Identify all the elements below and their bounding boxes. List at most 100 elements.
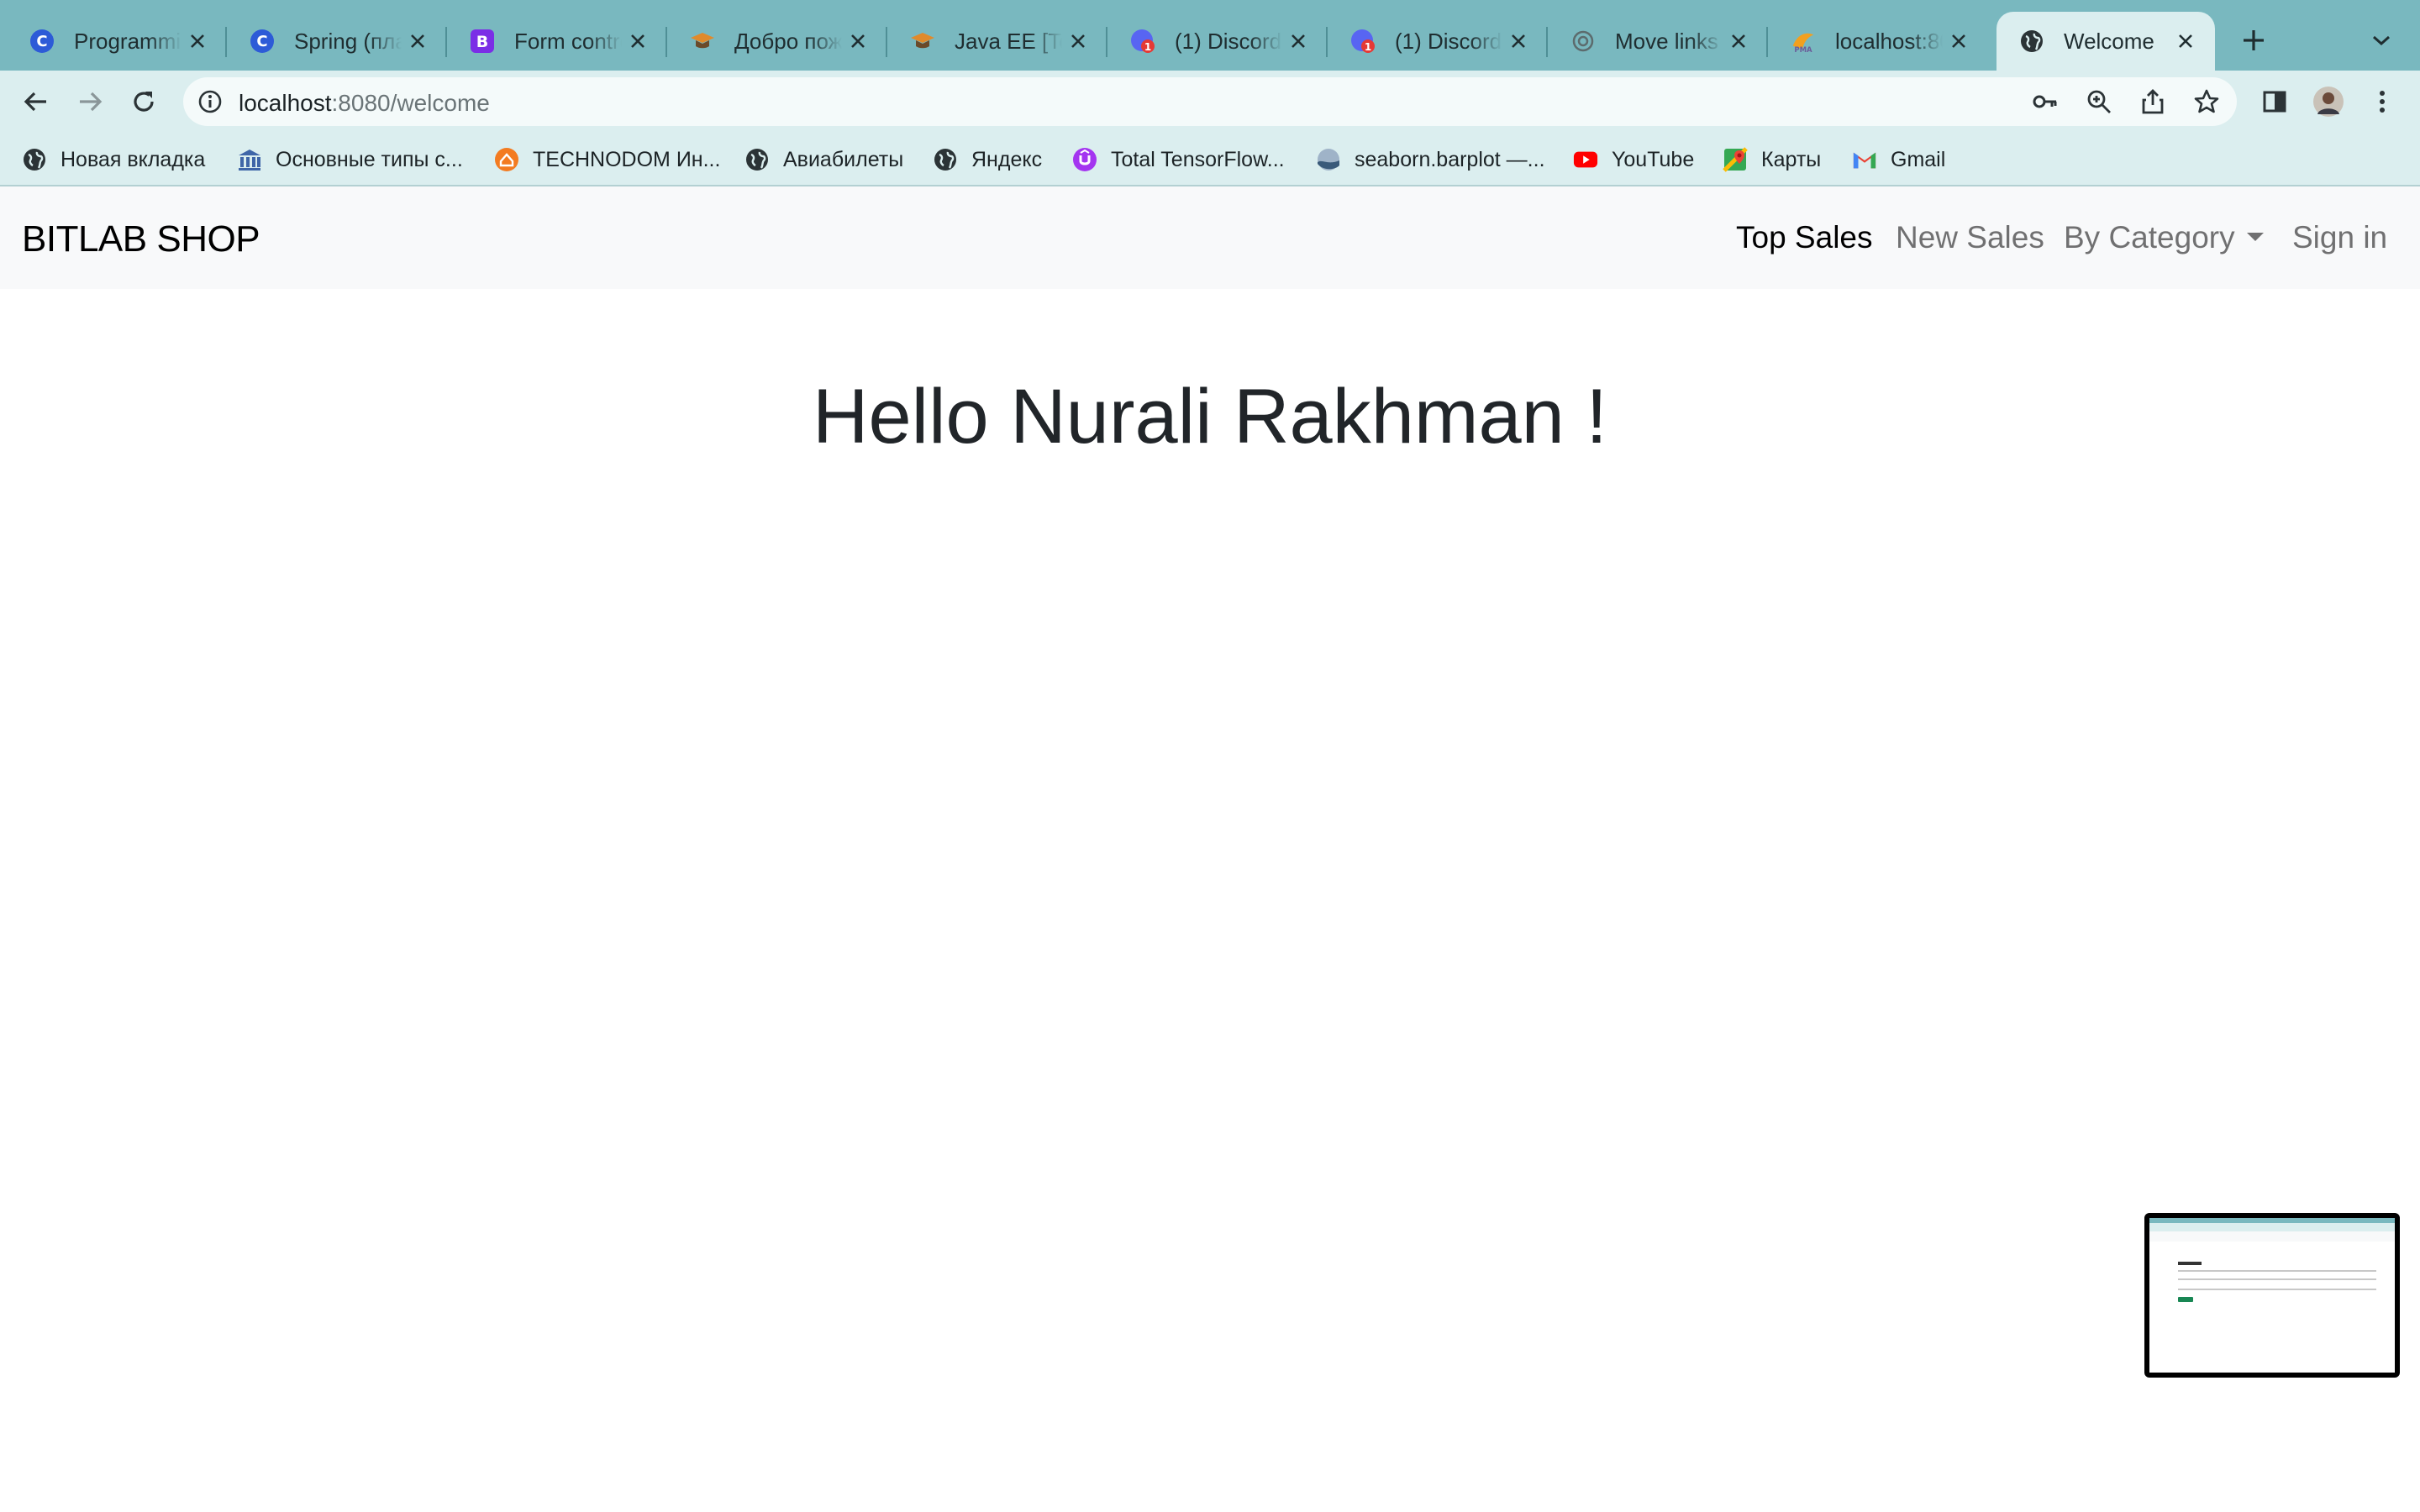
bookmark-karty[interactable]: Карты [1723, 143, 1821, 176]
bootstrap-icon: B [469, 28, 496, 55]
tab-discord-1[interactable]: 1 (1) Discord | [1107, 12, 1328, 71]
chevron-down-icon[interactable] [2366, 25, 2396, 55]
bookmark-label: Основные типы с... [276, 147, 463, 171]
preview-navbar [2149, 1231, 2395, 1242]
address-bar[interactable]: localhost:8080/welcome [183, 77, 2237, 126]
udemy-icon [1072, 147, 1097, 172]
url-path: :8080/welcome [331, 90, 490, 116]
bookmark-technodom[interactable]: TECHNODOM Ин... [494, 143, 720, 176]
zoom-icon[interactable] [2086, 88, 2112, 115]
c-letter-icon: C [29, 28, 55, 55]
svg-text:C: C [256, 33, 267, 50]
back-arrow-icon[interactable] [17, 82, 55, 121]
bookmark-label: Total TensorFlow... [1111, 147, 1285, 171]
tab-java-ee[interactable]: Java EE [Tech [887, 12, 1107, 71]
reload-icon[interactable] [124, 82, 163, 121]
close-icon[interactable] [1286, 29, 1311, 54]
globe-icon [744, 147, 770, 172]
browser-tab-strip: C Programming C Spring (плат B Form cont… [0, 0, 2420, 71]
close-icon[interactable] [1946, 29, 1971, 54]
kebab-menu-icon[interactable] [2366, 86, 2398, 118]
bookmark-osnovnye-tipy[interactable]: Основные типы с... [237, 143, 463, 176]
tab-title: Welcome [2064, 28, 2154, 54]
url-host: localhost [239, 90, 332, 116]
preview-button [2178, 1297, 2193, 1302]
tab-title: (1) Discord | [1395, 28, 1502, 54]
close-icon[interactable] [185, 29, 210, 54]
close-icon[interactable] [625, 29, 650, 54]
tab-localhost-phpmyadmin[interactable]: PMA localhost:808 [1768, 12, 1988, 71]
address-url: localhost:8080/welcome [239, 90, 490, 117]
youtube-icon [1573, 147, 1598, 172]
seaborn-icon [1316, 147, 1341, 172]
close-icon[interactable] [1065, 29, 1091, 54]
tab-spring[interactable]: C Spring (плат [227, 12, 447, 71]
site-navbar: BITLAB SHOP Top Sales New Sales By Categ… [0, 186, 2420, 289]
bookmark-label: Карты [1761, 147, 1822, 171]
star-icon[interactable] [2193, 88, 2220, 115]
graduation-cap-icon [909, 28, 936, 55]
nav-by-category-label: By Category [2064, 220, 2235, 255]
nav-top-sales[interactable]: Top Sales [1736, 220, 1873, 255]
svg-text:B: B [476, 33, 488, 51]
pma-icon: PMA [1790, 28, 1817, 55]
new-tab-plus-icon[interactable] [2235, 22, 2272, 59]
tab-move-links[interactable]: Move links t [1548, 12, 1768, 71]
close-icon[interactable] [2173, 29, 2198, 54]
forward-arrow-icon[interactable] [71, 82, 109, 121]
tab-title: Move links t [1615, 28, 1723, 54]
discord-icon: 1 [1129, 28, 1156, 55]
tab-welcome[interactable]: Welcome [1996, 12, 2215, 71]
bookmark-yandex[interactable]: Яндекс [933, 143, 1042, 176]
bookmark-label: Новая вкладка [60, 147, 206, 171]
preview-toolbar [2149, 1223, 2395, 1231]
tab-form-controls[interactable]: B Form controls [447, 12, 667, 71]
gmail-icon [1852, 147, 1877, 172]
svg-text:C: C [36, 33, 47, 50]
preview-line [2178, 1270, 2376, 1272]
screenshot-preview-thumbnail[interactable] [2144, 1213, 2400, 1378]
graduation-cap-icon [689, 28, 716, 55]
bookmark-aviabilety[interactable]: Авиабилеты [744, 143, 903, 176]
svg-text:1: 1 [1365, 41, 1371, 53]
bookmark-label: Авиабилеты [783, 147, 904, 171]
svg-text:1: 1 [1144, 41, 1151, 53]
tab-programming[interactable]: C Programming [7, 12, 227, 71]
close-icon[interactable] [1506, 29, 1531, 54]
preview-line [2178, 1289, 2376, 1290]
nav-by-category-dropdown[interactable]: By Category [2064, 220, 2264, 255]
preview-title [2178, 1262, 2202, 1265]
side-panel-icon[interactable] [2259, 86, 2291, 118]
info-icon[interactable] [197, 88, 224, 115]
c-letter-icon: C [249, 28, 276, 55]
tab-dobro-pozhalovat[interactable]: Добро пожа [667, 12, 887, 71]
bookmark-total-tensorflow[interactable]: Total TensorFlow... [1072, 143, 1285, 176]
bookmark-label: seaborn.barplot —... [1355, 147, 1545, 171]
tab-title: (1) Discord | [1175, 28, 1282, 54]
maps-icon [1723, 147, 1748, 172]
bookmark-novaya-vkladka[interactable]: Новая вкладка [22, 143, 205, 176]
tab-title: Form controls [514, 28, 622, 54]
bookmark-label: Gmail [1891, 147, 1946, 171]
bookmark-label: YouTube [1612, 147, 1695, 171]
tab-discord-2[interactable]: 1 (1) Discord | [1328, 12, 1548, 71]
close-icon[interactable] [845, 29, 871, 54]
bookmark-gmail[interactable]: Gmail [1852, 143, 1945, 176]
tab-title: Java EE [Tech [955, 28, 1062, 54]
key-icon[interactable] [2032, 88, 2059, 115]
bank-icon [237, 147, 262, 172]
bookmark-youtube[interactable]: YouTube [1573, 143, 1694, 176]
browser-toolbar: localhost:8080/welcome [0, 71, 2420, 133]
greeting-heading: Hello Nurali Rakhman ! [813, 373, 1607, 459]
brand-logo[interactable]: BITLAB SHOP [22, 218, 260, 260]
nav-sign-in[interactable]: Sign in [2292, 220, 2387, 255]
bookmark-label: TECHNODOM Ин... [533, 147, 721, 171]
nav-new-sales[interactable]: New Sales [1896, 220, 2044, 255]
avatar[interactable] [2312, 86, 2344, 118]
close-icon[interactable] [405, 29, 430, 54]
tab-title: Добро пожа [734, 28, 842, 54]
share-icon[interactable] [2139, 88, 2166, 115]
bookmark-label: Яндекс [971, 147, 1043, 171]
bookmark-seaborn-barplot[interactable]: seaborn.barplot —... [1316, 143, 1545, 176]
close-icon[interactable] [1726, 29, 1751, 54]
